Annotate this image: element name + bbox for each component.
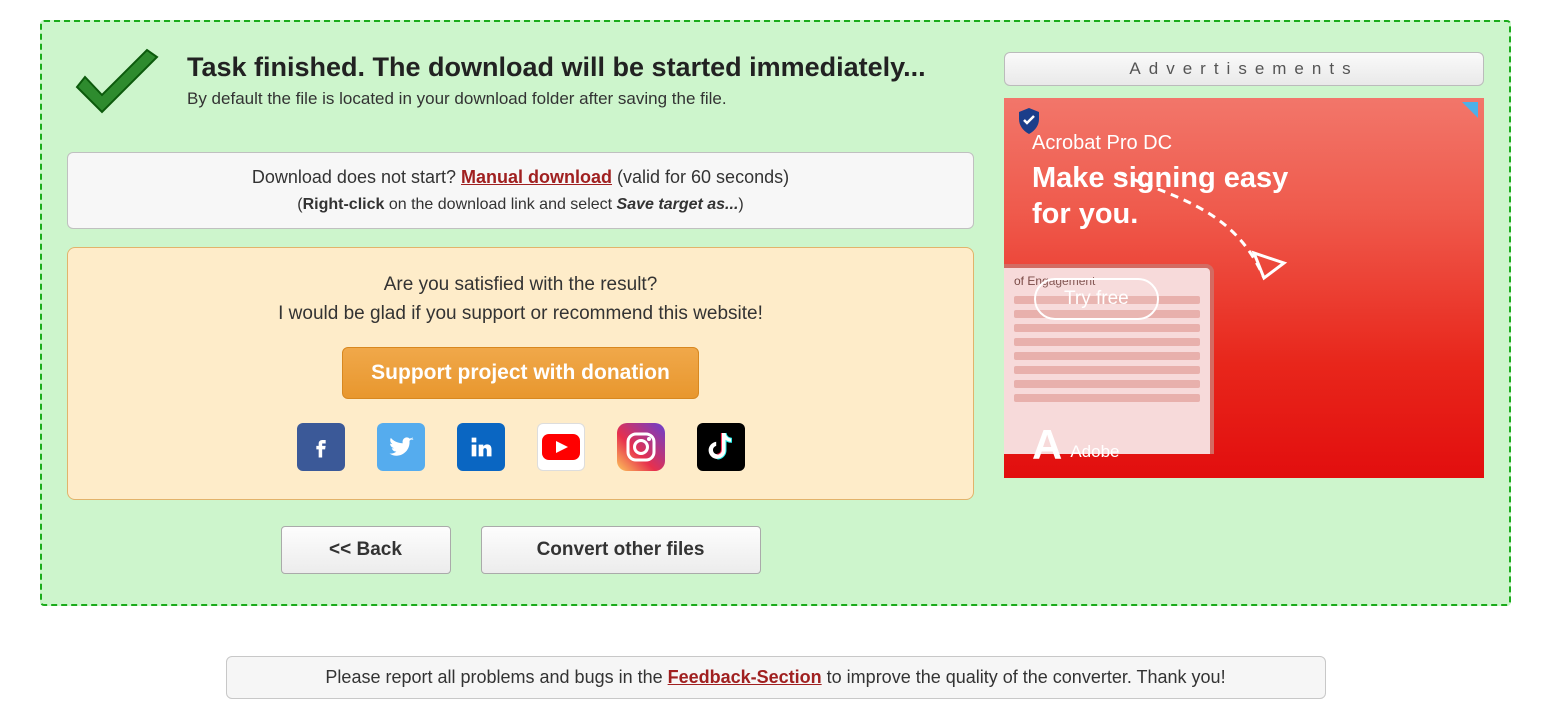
manual-suffix: (valid for 60 seconds) — [612, 167, 789, 187]
manual-download-box: Download does not start? Manual download… — [67, 152, 974, 229]
manual-download-line: Download does not start? Manual download… — [88, 167, 953, 188]
manual-download-link[interactable]: Manual download — [461, 167, 612, 187]
left-column: Task finished. The download will be star… — [67, 52, 974, 574]
twitter-icon[interactable] — [377, 423, 425, 471]
page-subtitle: By default the file is located in your d… — [187, 89, 926, 109]
footer-prefix: Please report all problems and bugs in t… — [325, 667, 667, 687]
feedback-link[interactable]: Feedback-Section — [668, 667, 822, 687]
adobe-a-icon: A — [1032, 428, 1062, 462]
footer-suffix: to improve the quality of the converter.… — [822, 667, 1226, 687]
instagram-icon[interactable] — [617, 423, 665, 471]
checkmark-icon — [67, 47, 167, 132]
manual-prefix: Download does not start? — [252, 167, 461, 187]
support-box: Are you satisfied with the result? I wou… — [67, 247, 974, 500]
donate-button[interactable]: Support project with donation — [342, 347, 699, 399]
footer-box: Please report all problems and bugs in t… — [226, 656, 1326, 699]
back-button[interactable]: << Back — [281, 526, 451, 574]
ad-banner[interactable]: Acrobat Pro DC Make signing easy for you… — [1004, 98, 1484, 478]
header-text: Task finished. The download will be star… — [187, 52, 926, 109]
adobe-logo: A Adobe — [1032, 428, 1120, 462]
ads-header: Advertisements — [1004, 52, 1484, 86]
facebook-icon[interactable] — [297, 423, 345, 471]
convert-other-button[interactable]: Convert other files — [481, 526, 761, 574]
social-row — [88, 423, 953, 471]
ad-cta-button[interactable]: Try free — [1034, 278, 1159, 320]
header-row: Task finished. The download will be star… — [67, 52, 974, 132]
manual-download-hint: (Right-click on the download link and se… — [88, 196, 953, 214]
ad-product: Acrobat Pro DC — [1032, 132, 1172, 155]
right-column: Advertisements Acrobat Pro DC Make signi… — [1004, 52, 1484, 478]
adchoices-icon[interactable] — [1462, 102, 1478, 118]
youtube-icon[interactable] — [537, 423, 585, 471]
result-panel: Task finished. The download will be star… — [40, 20, 1511, 606]
page-title: Task finished. The download will be star… — [187, 52, 926, 83]
tiktok-icon[interactable] — [697, 423, 745, 471]
linkedin-icon[interactable] — [457, 423, 505, 471]
support-message: Are you satisfied with the result? I wou… — [88, 270, 953, 329]
nav-row: << Back Convert other files — [67, 526, 974, 574]
